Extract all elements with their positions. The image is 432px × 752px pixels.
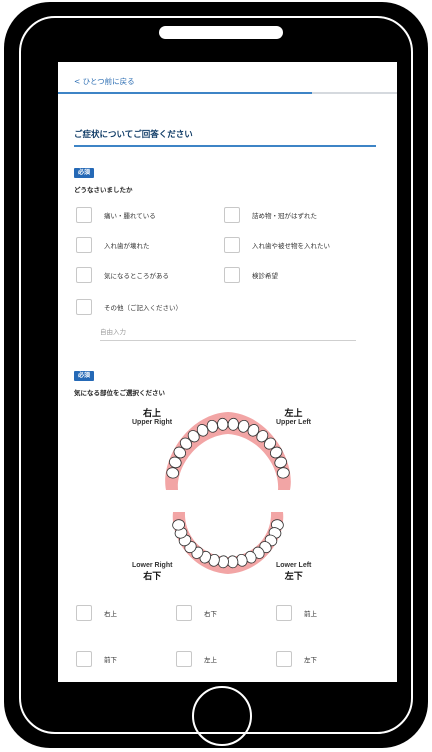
checkbox[interactable] [224, 267, 240, 283]
free-text-input[interactable] [100, 324, 356, 341]
option-filling-came-off[interactable]: 詰め物・冠がはずれた [224, 207, 317, 223]
checkbox[interactable] [224, 237, 240, 253]
area-lower-right[interactable]: 右下 [176, 605, 217, 621]
speaker-slot [159, 26, 283, 39]
option-checkup[interactable]: 検診希望 [224, 267, 278, 283]
checkbox[interactable] [224, 207, 240, 223]
phone-frame: < ひとつ前に戻る ご症状についてご回答ください 必須 どうなさいましたか 痛い… [4, 2, 428, 748]
area-upper-right[interactable]: 右上 [76, 605, 117, 621]
checkbox[interactable] [76, 651, 92, 667]
checkbox[interactable] [76, 605, 92, 621]
option-denture-broken[interactable]: 入れ歯が壊れた [76, 237, 150, 253]
screen: < ひとつ前に戻る ご症状についてご回答ください 必須 どうなさいましたか 痛い… [58, 62, 397, 682]
back-link[interactable]: < ひとつ前に戻る [74, 76, 135, 87]
question-symptom: どうなさいましたか [74, 186, 133, 194]
checkbox[interactable] [76, 299, 92, 315]
checkbox[interactable] [76, 207, 92, 223]
checkbox[interactable] [276, 651, 292, 667]
question-area: 気になる部位をご選択ください [74, 389, 165, 397]
progress-bar [58, 92, 397, 94]
progress-fill [58, 92, 313, 94]
option-pain-swelling[interactable]: 痛い・腫れている [76, 207, 156, 223]
home-button[interactable] [192, 686, 252, 746]
tooth-diagram [165, 412, 291, 574]
area-lower-left[interactable]: 左下 [276, 651, 317, 667]
option-other[interactable]: その他（ご記入ください） [76, 299, 182, 315]
option-want-denture-crown[interactable]: 入れ歯や被せ物を入れたい [224, 237, 330, 253]
checkbox[interactable] [176, 651, 192, 667]
section-title: ご症状についてご回答ください [74, 130, 193, 140]
option-concern[interactable]: 気になるところがある [76, 267, 169, 283]
area-front-upper[interactable]: 前上 [276, 605, 317, 621]
area-upper-left[interactable]: 左上 [176, 651, 217, 667]
checkbox[interactable] [76, 237, 92, 253]
lower-teeth [172, 519, 284, 569]
checkbox[interactable] [176, 605, 192, 621]
required-badge: 必須 [74, 371, 94, 381]
area-front-lower[interactable]: 前下 [76, 651, 117, 667]
section-divider [74, 145, 376, 147]
checkbox[interactable] [76, 267, 92, 283]
checkbox[interactable] [276, 605, 292, 621]
required-badge: 必須 [74, 168, 94, 178]
